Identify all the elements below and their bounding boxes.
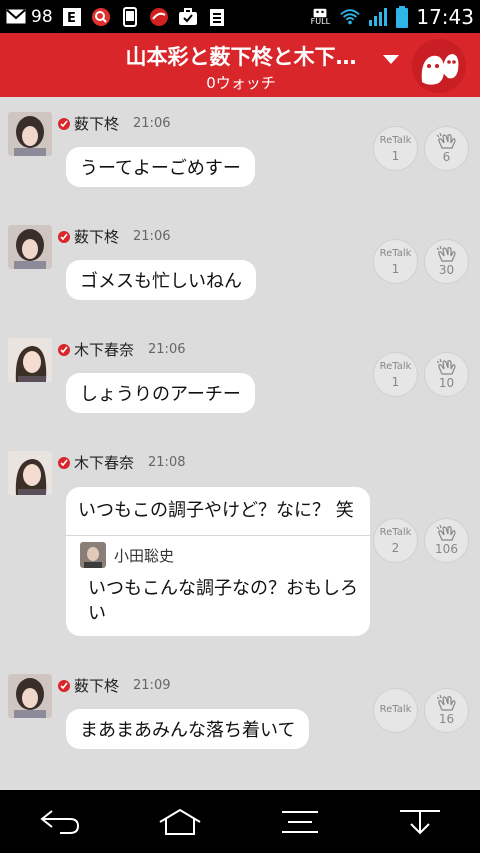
- home-icon: [159, 808, 201, 835]
- clock: 17:43: [416, 4, 474, 29]
- clap-count: 16: [438, 712, 455, 726]
- home-button[interactable]: [150, 802, 210, 842]
- message-time: 21:06: [148, 342, 186, 357]
- message-bubble[interactable]: しょうりのアーチー: [66, 373, 255, 413]
- retalk-count: 2: [391, 540, 400, 555]
- message-time: 21:06: [133, 229, 171, 244]
- clap-button[interactable]: 16: [424, 688, 469, 733]
- clap-hand-icon: [436, 359, 456, 375]
- notification-count: 98: [31, 6, 53, 27]
- download-icon: [400, 809, 440, 834]
- wifi-icon: [340, 8, 361, 26]
- e-app-icon: E: [62, 7, 82, 26]
- message-item: 薮下柊 21:06 ゴメスも忙しいねん ReTalk 1 30: [0, 210, 480, 323]
- avatar[interactable]: [8, 338, 52, 382]
- download-button[interactable]: [390, 802, 450, 842]
- quote-sender-name[interactable]: 小田聡史: [114, 545, 174, 566]
- retalk-button[interactable]: ReTalk 1: [373, 352, 418, 397]
- clap-count: 30: [438, 263, 455, 277]
- quote-divider: [66, 535, 370, 536]
- back-icon: [40, 809, 80, 834]
- quote-text: いつもこんな調子なの？おもしろい: [88, 578, 358, 624]
- verified-check-icon: [58, 456, 70, 469]
- app-icon: [149, 7, 169, 26]
- sender-name[interactable]: 薮下柊: [74, 226, 119, 247]
- retalk-count: 1: [391, 374, 400, 389]
- message-bubble[interactable]: ゴメスも忙しいねん: [66, 260, 256, 300]
- sender-name[interactable]: 薮下柊: [74, 113, 119, 134]
- robot-icon: FULL: [308, 8, 332, 26]
- message-time: 21:08: [148, 455, 186, 470]
- clap-button[interactable]: 10: [424, 352, 469, 397]
- chevron-down-icon[interactable]: [383, 55, 399, 64]
- avatar[interactable]: [8, 451, 52, 495]
- retalk-label: ReTalk: [379, 247, 412, 259]
- avatar[interactable]: [8, 674, 52, 718]
- battery-icon: [396, 5, 409, 28]
- message-time: 21:06: [133, 116, 171, 131]
- message-item: 薮下柊 21:09 まあまあみんな落ち着いて ReTalk 16: [0, 659, 480, 790]
- clap-hand-icon: [436, 133, 456, 149]
- clap-count: 6: [442, 150, 451, 164]
- clap-button[interactable]: 6: [424, 126, 469, 171]
- retalk-count: 1: [391, 261, 400, 276]
- verified-check-icon: [58, 230, 70, 243]
- chat-title[interactable]: 山本彩と薮下柊と木下…: [106, 41, 376, 71]
- sender-name[interactable]: 木下春奈: [74, 339, 134, 360]
- clap-hand-icon: [436, 246, 456, 262]
- clap-button[interactable]: 106: [424, 518, 469, 563]
- retalk-label: ReTalk: [379, 134, 412, 146]
- avatar[interactable]: [8, 112, 52, 156]
- message-feed[interactable]: 薮下柊 21:06 うーてよーごめすー ReTalk 1 6 薮下柊 21:06…: [0, 97, 480, 790]
- retalk-label: ReTalk: [379, 360, 412, 372]
- message-time: 21:09: [133, 678, 171, 693]
- retalk-label: ReTalk: [379, 703, 412, 715]
- message-bubble-with-quote[interactable]: いつもこの調子やけど？なに？ 笑 小田聡史 いつもこんな調子なの？おもしろい: [66, 487, 370, 636]
- avatar[interactable]: [8, 225, 52, 269]
- retalk-button[interactable]: ReTalk 2: [373, 518, 418, 563]
- message-bubble[interactable]: まあまあみんな落ち着いて: [66, 709, 310, 749]
- verified-check-icon: [58, 117, 70, 130]
- retalk-button[interactable]: ReTalk 1: [373, 126, 418, 171]
- message-item: 薮下柊 21:06 うーてよーごめすー ReTalk 1 6: [0, 97, 480, 210]
- svg-text:E: E: [67, 11, 76, 26]
- clap-button[interactable]: 30: [424, 239, 469, 284]
- menu-icon: [282, 810, 318, 833]
- verified-check-icon: [58, 343, 70, 356]
- clap-hand-icon: [436, 695, 456, 711]
- verified-check-icon: [58, 679, 70, 692]
- search-app-icon: [91, 7, 111, 26]
- clap-hand-icon: [436, 525, 456, 541]
- chat-header: 山本彩と薮下柊と木下… 0ウォッチ: [0, 33, 480, 97]
- sender-name[interactable]: 木下春奈: [74, 452, 134, 473]
- retalk-button[interactable]: ReTalk 1: [373, 239, 418, 284]
- phone-icon: [120, 6, 140, 27]
- quote-avatar[interactable]: [80, 542, 106, 568]
- message-bubble[interactable]: うーてよーごめすー: [66, 147, 255, 187]
- ghost-mascot-icon[interactable]: [412, 39, 466, 93]
- network-label: FULL: [310, 16, 331, 26]
- clap-count: 10: [438, 376, 455, 390]
- status-bar: 98 E FULL 17:43: [0, 0, 480, 33]
- message-text: いつもこの調子やけど？なに？ 笑: [78, 500, 354, 521]
- clipboard-icon: [207, 8, 227, 26]
- retalk-count: 1: [391, 148, 400, 163]
- message-item: 木下春奈 21:06 しょうりのアーチー ReTalk 1 10: [0, 323, 480, 436]
- back-button[interactable]: [30, 802, 90, 842]
- briefcase-icon: [178, 7, 198, 26]
- mail-icon: [6, 8, 26, 26]
- retalk-button[interactable]: ReTalk: [373, 688, 418, 733]
- watch-count: 0ウォッチ: [206, 74, 276, 92]
- navigation-bar: [0, 790, 480, 853]
- signal-icon: [368, 7, 388, 26]
- retalk-label: ReTalk: [379, 526, 412, 538]
- menu-button[interactable]: [270, 802, 330, 842]
- clap-count: 106: [435, 542, 458, 556]
- sender-name[interactable]: 薮下柊: [74, 675, 119, 696]
